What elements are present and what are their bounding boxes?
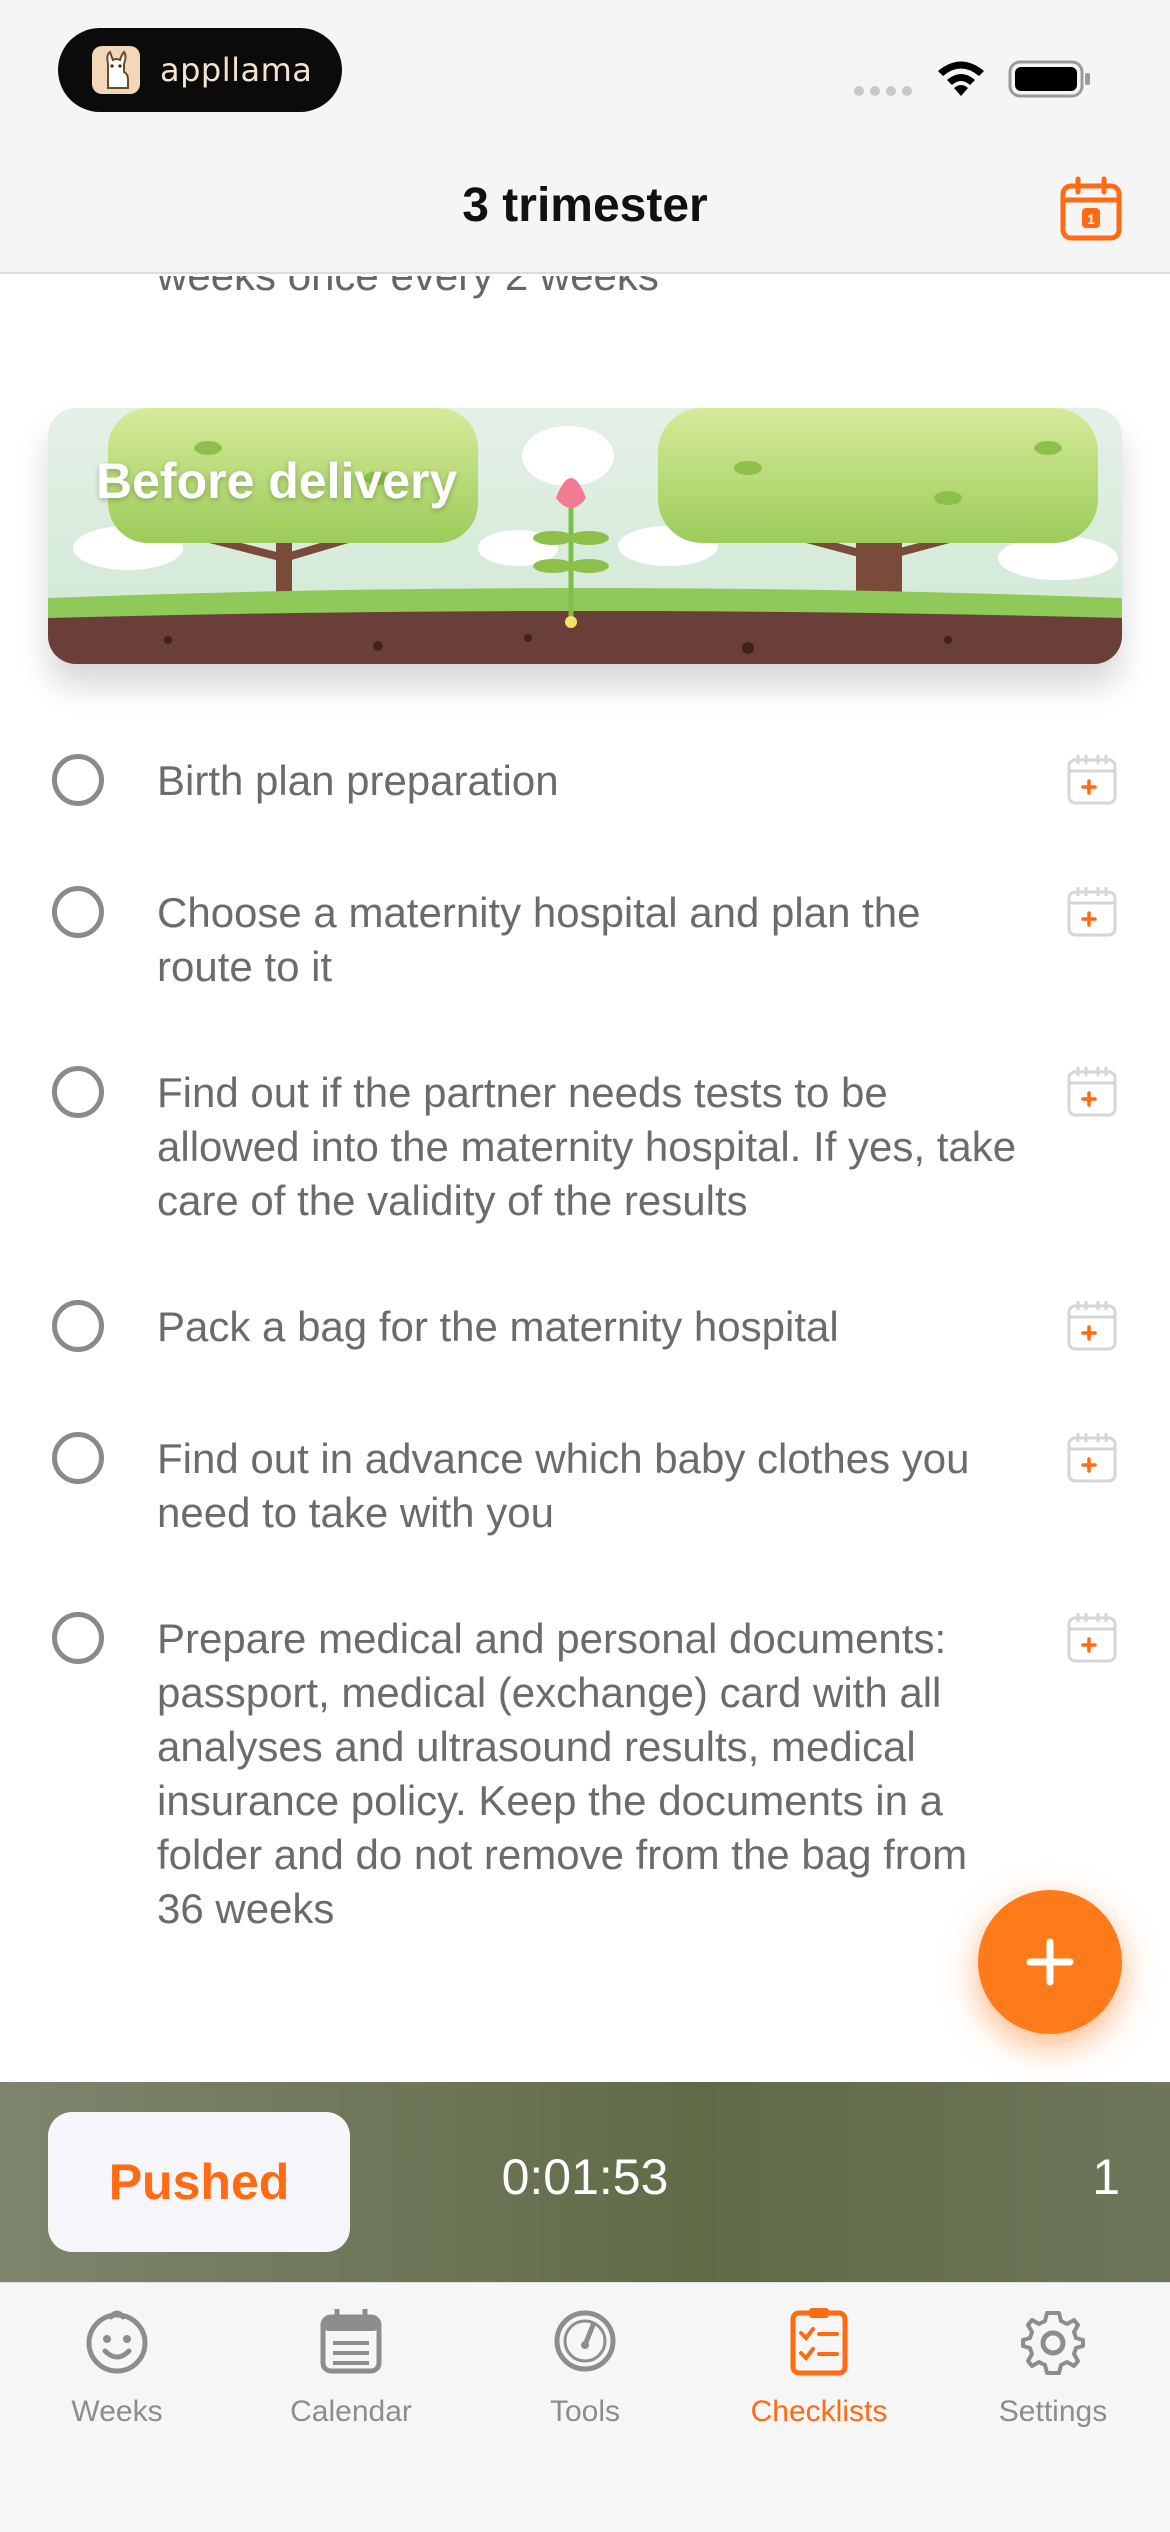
tab-label: Settings [998,2395,1108,2428]
task-item[interactable]: Choose a maternity hospital and plan the… [0,878,1170,1058]
svg-text:1: 1 [1087,211,1095,227]
baby-face-icon [86,2310,148,2374]
sprout-illustration [48,408,1122,664]
page-title: 3 trimester [462,179,708,232]
tab-label: Calendar [290,2395,412,2428]
brand-name: appllama [160,51,313,89]
push-count: 1 [1092,2149,1120,2205]
task-text: Find out if the partner needs tests to b… [157,1069,1017,1224]
brand-pill: appllama [58,28,342,112]
tab-checklists[interactable]: Checklists [702,2305,936,2429]
add-to-calendar-icon[interactable] [1066,1610,1118,1664]
gear-icon [1021,2311,1085,2375]
task-item[interactable]: Find out if the partner needs tests to b… [0,1058,1170,1292]
tab-label: Tools [549,2395,621,2428]
add-to-calendar-icon[interactable] [1066,884,1118,938]
gauge-icon [554,2310,616,2372]
task-checkbox[interactable] [52,886,104,938]
calendar-icon [320,2309,382,2374]
task-item[interactable]: Pack a bag for the maternity hospital [0,1292,1170,1424]
task-text: Choose a maternity hospital and plan the… [157,889,921,990]
task-text: Birth plan preparation [157,757,559,804]
tab-settings[interactable]: Settings [936,2305,1170,2429]
tab-label: Weeks [71,2395,163,2428]
add-to-calendar-icon[interactable] [1066,1064,1118,1118]
tab-weeks[interactable]: Weeks [0,2305,234,2429]
battery-icon [1008,60,1090,98]
tab-label: Checklists [750,2395,888,2428]
add-to-calendar-icon[interactable] [1066,1298,1118,1352]
status-bar: appllama [0,0,1170,150]
checklist-content[interactable]: weeks once every 2 weeks [0,276,1170,2082]
previous-item-text: weeks once every 2 weeks [157,276,659,300]
task-list: Birth plan preparation Choose a maternit… [0,746,1170,2004]
task-item[interactable]: Find out in advance which baby clothes y… [0,1424,1170,1604]
wifi-icon [938,61,984,96]
plus-icon [1026,1938,1074,1986]
task-text: Pack a bag for the maternity hospital [157,1303,839,1350]
add-task-button[interactable] [978,1890,1122,2034]
section-title: Before delivery [96,453,458,509]
checklist-icon [790,2308,848,2376]
cellular-signal-icon [854,86,912,96]
section-banner: Before delivery [48,408,1122,664]
llama-logo-icon [92,46,140,94]
task-checkbox[interactable] [52,754,104,806]
tab-tools[interactable]: Tools [468,2305,702,2429]
task-checkbox[interactable] [52,1066,104,1118]
add-to-calendar-icon[interactable] [1066,1430,1118,1484]
add-to-calendar-icon[interactable] [1066,752,1118,806]
task-checkbox[interactable] [52,1612,104,1664]
task-checkbox[interactable] [52,1432,104,1484]
task-item[interactable]: Birth plan preparation [0,746,1170,878]
timer-elapsed: 0:01:53 [501,2149,669,2205]
tab-calendar[interactable]: Calendar [234,2305,468,2429]
tab-bar: Weeks Calendar Tools Checklists Settings [0,2282,1170,2532]
contraction-timer-bar: Pushed 0:01:53 1 [0,2082,1170,2282]
task-text: Find out in advance which baby clothes y… [157,1435,970,1536]
navigation-bar: 3 trimester 1 [0,150,1170,274]
task-text: Prepare medical and personal documents: … [157,1615,968,1932]
task-checkbox[interactable] [52,1300,104,1352]
calendar-date-icon[interactable]: 1 [1058,176,1124,242]
